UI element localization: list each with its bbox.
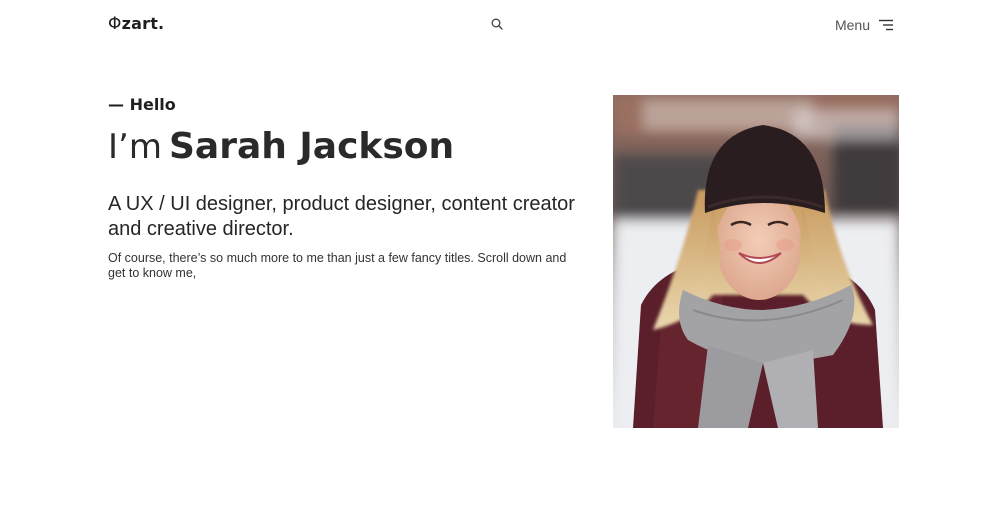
menu-button[interactable]: Menu [835, 17, 894, 33]
page-title: I’m Sarah Jackson [108, 126, 454, 167]
hello-label: — Hello [108, 95, 176, 114]
search-button[interactable] [491, 17, 507, 33]
page: Φ zart . Menu — Hello I’m Sarah Jackson … [0, 0, 990, 522]
title-prefix: I’m [108, 127, 162, 167]
search-icon [491, 18, 503, 30]
portrait-illustration [613, 95, 899, 428]
logo-text: zart [121, 14, 159, 33]
hamburger-menu-icon [879, 19, 893, 31]
logo-glyph: Φ [108, 14, 122, 34]
intro-paragraph: Of course, there’s so much more to me th… [108, 251, 567, 280]
portrait-photo [613, 95, 899, 428]
logo-dot: . [158, 14, 165, 33]
logo[interactable]: Φ zart . [108, 14, 164, 34]
menu-label: Menu [834, 17, 870, 33]
person-name: Sarah Jackson [168, 126, 455, 167]
tagline: A UX / UI designer, product designer, co… [108, 193, 575, 240]
